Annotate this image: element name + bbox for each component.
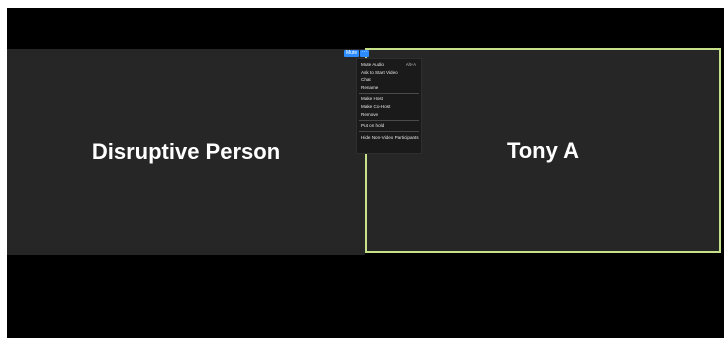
participant-tile-disruptive-person[interactable]: Disruptive Person xyxy=(7,49,365,255)
menu-divider xyxy=(359,131,419,133)
menu-item-remove[interactable]: Remove xyxy=(357,111,421,119)
menu-divider xyxy=(359,119,419,121)
participant-name: Disruptive Person xyxy=(91,139,281,164)
menu-divider xyxy=(359,92,419,94)
keyboard-shortcut: Alt+A xyxy=(405,62,416,67)
participant-controls: Mute ··· xyxy=(344,49,370,57)
menu-item-rename[interactable]: Rename xyxy=(357,84,421,92)
menu-item-hide-non-video-participants[interactable]: Hide Non-Video Participants xyxy=(357,134,421,142)
mute-button[interactable]: Mute xyxy=(344,50,360,57)
menu-item-mute-audio[interactable]: Mute Audio Alt+A xyxy=(357,61,421,69)
menu-item-make-host[interactable]: Make Host xyxy=(357,95,421,103)
menu-item-put-on-hold[interactable]: Put on hold xyxy=(357,122,421,130)
menu-item-make-co-host[interactable]: Make Co-Host xyxy=(357,103,421,111)
menu-item-ask-to-start-video[interactable]: Ask to Start Video xyxy=(357,69,421,77)
participant-name: Tony A xyxy=(506,137,580,163)
participant-context-menu: Mute Audio Alt+A Ask to Start Video Chat… xyxy=(356,58,422,154)
menu-item-label: Mute Audio xyxy=(361,62,384,67)
menu-item-chat[interactable]: Chat xyxy=(357,76,421,84)
more-options-button[interactable]: ··· xyxy=(360,49,370,57)
